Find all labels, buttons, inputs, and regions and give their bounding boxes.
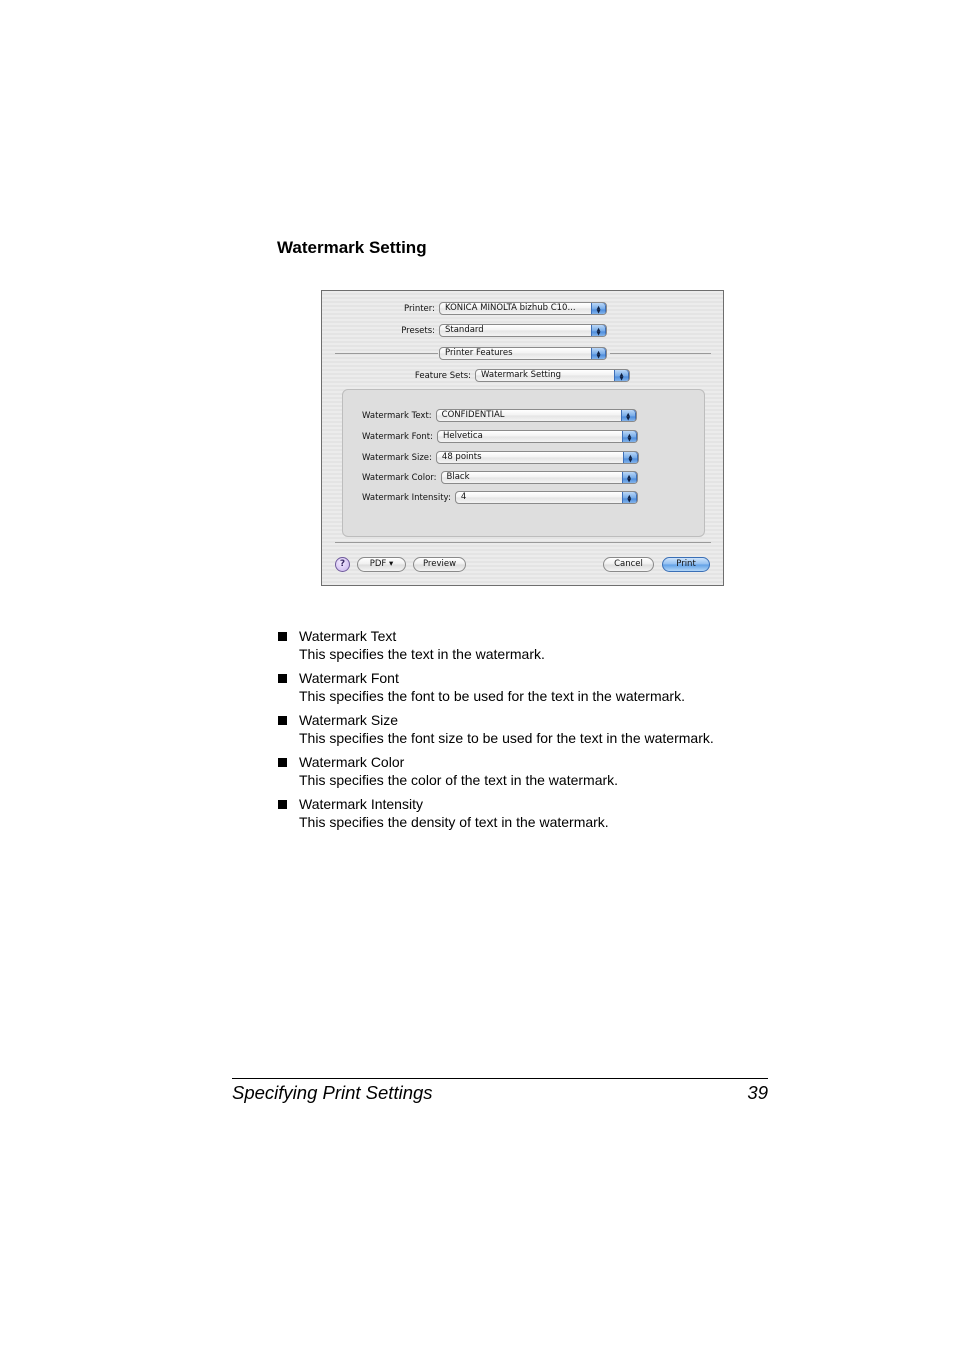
watermark-color-select[interactable]: Black ▲ ▼: [440, 471, 638, 484]
bullet-item: Watermark Size This specifies the font s…: [277, 712, 757, 747]
divider-right: [610, 353, 711, 354]
watermark-size-select[interactable]: 48 points ▲ ▼: [435, 451, 639, 464]
watermark-font-row: Watermark Font: Helvetica ▲ ▼: [362, 430, 638, 443]
popup-arrows-icon: ▲ ▼: [621, 492, 637, 503]
watermark-text-row: Watermark Text: CONFIDENTIAL ▲ ▼: [362, 409, 637, 422]
bullet-square-icon: [278, 674, 287, 683]
bullet-description: This specifies the density of text in th…: [299, 813, 609, 830]
watermark-font-select[interactable]: Helvetica ▲ ▼: [436, 430, 638, 443]
footer-rule: [232, 1078, 768, 1079]
panel-value: Printer Features: [445, 348, 513, 358]
bullet-item: Watermark Font This specifies the font t…: [277, 670, 757, 705]
bullet-title: Watermark Size: [299, 712, 399, 728]
popup-arrows-icon: ▲ ▼: [591, 303, 606, 314]
bullet-description: This specifies the color of the text in …: [299, 771, 619, 788]
cancel-button[interactable]: Cancel: [603, 557, 654, 572]
printer-select[interactable]: KONICA MINOLTA bizhub C10... ▲ ▼: [439, 302, 607, 315]
bullet-square-icon: [278, 632, 287, 641]
page-number: 39: [747, 1082, 768, 1103]
panel-row: Printer Features ▲ ▼: [439, 347, 607, 360]
popup-arrows-icon: ▲ ▼: [591, 348, 606, 359]
popup-arrows-icon: ▲ ▼: [591, 325, 606, 336]
help-button[interactable]: ?: [335, 557, 350, 572]
preview-button[interactable]: Preview: [413, 557, 466, 572]
bullet-item: Watermark Text This specifies the text i…: [277, 628, 757, 663]
bullet-square-icon: [278, 716, 287, 725]
watermark-color-value: Black: [446, 472, 470, 482]
divider-left: [335, 353, 438, 354]
watermark-intensity-value: 4: [460, 492, 467, 502]
watermark-intensity-select[interactable]: 4 ▲ ▼: [454, 491, 638, 504]
watermark-text-value: CONFIDENTIAL: [441, 410, 505, 420]
watermark-color-label: Watermark Color:: [362, 472, 437, 483]
help-icon: ?: [339, 559, 346, 569]
panel-select[interactable]: Printer Features ▲ ▼: [439, 347, 607, 360]
bullet-item: Watermark Intensity This specifies the d…: [277, 796, 757, 831]
watermark-intensity-row: Watermark Intensity: 4 ▲ ▼: [362, 491, 638, 504]
watermark-color-row: Watermark Color: Black ▲ ▼: [362, 471, 638, 484]
popup-arrows-icon: ▲ ▼: [621, 472, 637, 483]
feature-sets-row: Feature Sets: Watermark Setting ▲ ▼: [342, 369, 630, 382]
watermark-size-label: Watermark Size:: [362, 452, 432, 463]
bullet-item: Watermark Color This specifies the color…: [277, 754, 757, 789]
printer-row: Printer: KONICA MINOLTA bizhub C10... ▲ ▼: [342, 302, 607, 315]
printer-label: Printer:: [404, 303, 435, 314]
footer-title: Specifying Print Settings: [232, 1082, 433, 1103]
printer-value: KONICA MINOLTA bizhub C10...: [445, 303, 576, 313]
print-dialog: Printer: KONICA MINOLTA bizhub C10... ▲ ▼…: [321, 290, 724, 586]
feature-sets-label: Feature Sets:: [414, 370, 471, 381]
bullet-square-icon: [278, 758, 287, 767]
bullet-square-icon: [278, 800, 287, 809]
bullet-title: Watermark Color: [299, 754, 405, 770]
presets-select[interactable]: Standard ▲ ▼: [439, 324, 607, 337]
popup-arrows-icon: ▲ ▼: [620, 410, 636, 421]
presets-label: Presets:: [401, 325, 435, 336]
watermark-settings-group: Watermark Text: CONFIDENTIAL ▲ ▼ Watermar…: [342, 389, 705, 537]
bullet-title: Watermark Text: [299, 628, 397, 644]
bullet-description: This specifies the font size to be used …: [299, 729, 714, 746]
pdf-button[interactable]: PDF ▾: [357, 557, 406, 572]
watermark-font-value: Helvetica: [442, 431, 483, 441]
bullet-description: This specifies the font to be used for t…: [299, 687, 685, 704]
feature-sets-value: Watermark Setting: [481, 370, 562, 380]
watermark-text-label: Watermark Text:: [362, 410, 432, 421]
watermark-intensity-label: Watermark Intensity:: [362, 492, 451, 503]
feature-sets-select[interactable]: Watermark Setting ▲ ▼: [475, 369, 630, 382]
watermark-text-select[interactable]: CONFIDENTIAL ▲ ▼: [435, 409, 637, 422]
bullet-title: Watermark Font: [299, 670, 399, 686]
watermark-size-value: 48 points: [441, 452, 482, 462]
print-button[interactable]: Print: [662, 557, 710, 572]
bottom-divider: [335, 542, 711, 543]
presets-value: Standard: [445, 325, 484, 335]
popup-arrows-icon: ▲ ▼: [621, 431, 637, 442]
watermark-font-label: Watermark Font:: [362, 431, 433, 442]
bullet-list: Watermark Text This specifies the text i…: [277, 628, 757, 838]
watermark-size-row: Watermark Size: 48 points ▲ ▼: [362, 451, 639, 464]
bullet-title: Watermark Intensity: [299, 796, 423, 812]
popup-arrows-icon: ▲ ▼: [622, 452, 638, 463]
presets-row: Presets: Standard ▲ ▼: [342, 324, 607, 337]
popup-arrows-icon: ▲ ▼: [614, 370, 629, 381]
section-title: Watermark Setting: [277, 238, 427, 257]
bullet-description: This specifies the text in the watermark…: [299, 645, 545, 662]
